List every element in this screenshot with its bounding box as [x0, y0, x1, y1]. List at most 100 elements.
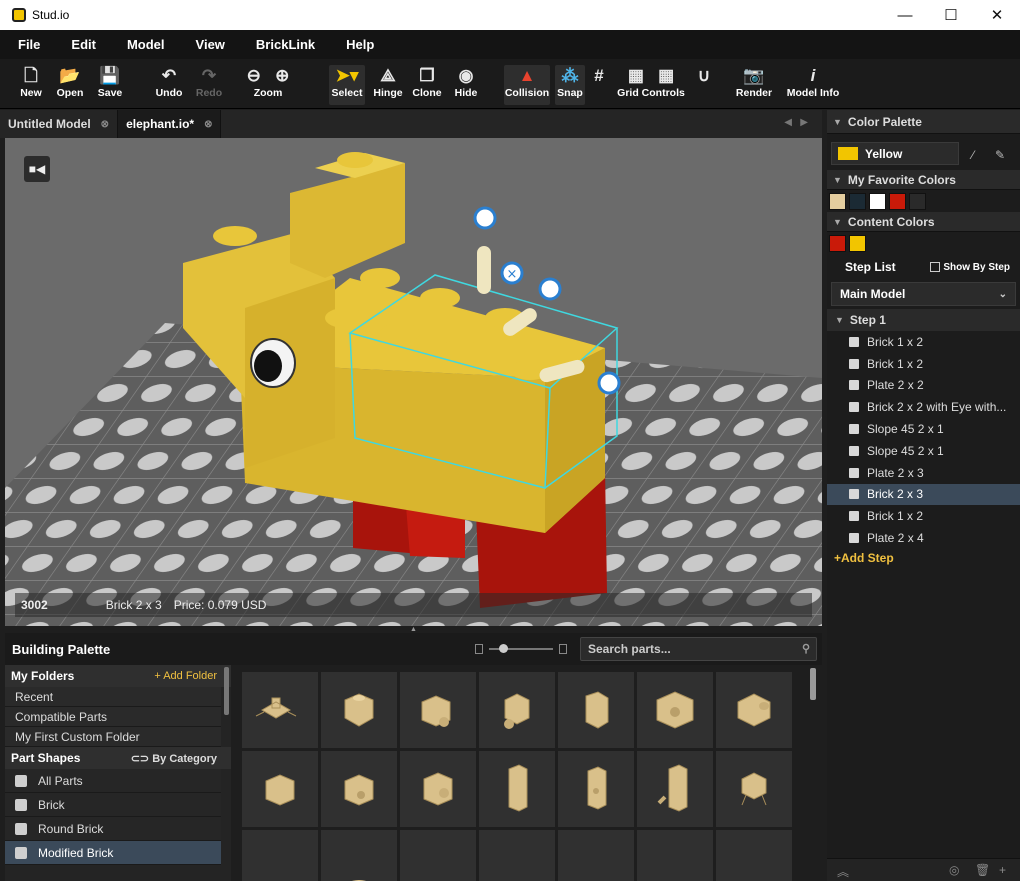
step-part-item[interactable]: Brick 1 x 2 [827, 331, 1020, 353]
folders-scrollbar[interactable] [224, 667, 229, 715]
menu-bricklink[interactable]: BrickLink [256, 37, 315, 52]
part-tile[interactable] [400, 751, 476, 827]
menu-model[interactable]: Model [127, 37, 165, 52]
new-button[interactable]: 🗋 New [18, 65, 44, 105]
step-part-item[interactable]: Brick 1 x 2 [827, 505, 1020, 527]
menu-file[interactable]: File [18, 37, 40, 52]
part-tile[interactable] [716, 672, 792, 748]
zoom-out-icon[interactable]: ⊖ [247, 66, 261, 85]
part-tile[interactable] [479, 830, 555, 881]
menu-view[interactable]: View [196, 37, 225, 52]
shape-all-parts[interactable]: All Parts [5, 769, 221, 793]
part-size-slider[interactable] [475, 644, 575, 654]
open-button[interactable]: 📂 Open [55, 65, 85, 105]
splitter-handle[interactable]: ▲ [410, 626, 418, 633]
slider-knob[interactable] [499, 644, 508, 653]
part-tile[interactable] [558, 830, 634, 881]
eyedropper-icon[interactable]: ⁄ [972, 148, 974, 162]
part-tile[interactable] [242, 751, 318, 827]
part-tile[interactable] [400, 830, 476, 881]
part-tile[interactable] [321, 830, 397, 881]
part-tile[interactable] [242, 830, 318, 881]
step-part-item[interactable]: Plate 2 x 3 [827, 462, 1020, 484]
search-parts-input[interactable]: Search parts... ⚲ [580, 637, 817, 661]
tab-close-icon[interactable]: ⊗ [204, 119, 212, 130]
step-1-header[interactable]: ▼ Step 1 [827, 309, 1020, 331]
part-tile[interactable] [479, 751, 555, 827]
eye-icon[interactable]: ◎ [949, 863, 959, 877]
by-category-toggle[interactable]: ⊂⊃ By Category [131, 752, 217, 765]
part-tile[interactable] [637, 751, 713, 827]
part-tile[interactable] [400, 672, 476, 748]
part-tile[interactable] [716, 751, 792, 827]
step-part-item[interactable]: Brick 2 x 2 with Eye with... [827, 396, 1020, 418]
undo-button[interactable]: ↶ Undo [154, 65, 184, 105]
shape-modified-brick[interactable]: Modified Brick [5, 841, 221, 865]
zoom-in-icon[interactable]: ⊕ [275, 66, 289, 85]
hinge-tool[interactable]: ⟁ Hinge [371, 65, 405, 105]
select-tool[interactable]: ➤▾ Select [329, 65, 365, 105]
content-colors-header[interactable]: ▼ Content Colors [827, 212, 1020, 232]
folder-custom[interactable]: My First Custom Folder [5, 727, 221, 747]
step-part-item[interactable]: Plate 2 x 2 [827, 375, 1020, 397]
tab-close-icon[interactable]: ⊗ [101, 119, 109, 130]
add-folder-button[interactable]: + Add Folder [154, 670, 217, 682]
snap-toggle[interactable]: ⁂ Snap [555, 65, 585, 105]
rotate-handle-icon[interactable] [473, 206, 497, 230]
part-tile[interactable] [558, 672, 634, 748]
content-color-swatch[interactable] [849, 235, 866, 252]
favorite-color-swatch[interactable] [849, 193, 866, 210]
close-button[interactable]: ✕ [974, 0, 1020, 30]
favorite-color-swatch[interactable] [909, 193, 926, 210]
tab-elephant[interactable]: elephant.io* ⊗ [118, 110, 222, 138]
add-step-button[interactable]: +Add Step [834, 551, 894, 565]
menu-edit[interactable]: Edit [71, 37, 96, 52]
rotate-handle-icon[interactable] [538, 277, 562, 301]
collision-toggle[interactable]: ▲ Collision [504, 65, 550, 105]
minimize-button[interactable]: — [882, 0, 928, 30]
part-tile[interactable] [637, 830, 713, 881]
favorite-color-swatch[interactable] [829, 193, 846, 210]
step-part-item[interactable]: Plate 2 x 4 [827, 527, 1020, 549]
content-color-swatch[interactable] [829, 235, 846, 252]
show-by-step-checkbox[interactable]: Show By Step [930, 262, 1010, 273]
collapse-all-icon[interactable]: ︽ [837, 863, 849, 880]
tab-untitled-model[interactable]: Untitled Model ⊗ [0, 110, 119, 138]
shape-brick[interactable]: Brick [5, 793, 221, 817]
hide-tool[interactable]: ◉ Hide [452, 65, 480, 105]
folder-recent[interactable]: Recent [5, 687, 221, 707]
model-info-button[interactable]: i Model Info [786, 65, 840, 105]
step-part-item[interactable]: Brick 2 x 3 [827, 483, 1020, 506]
part-tile[interactable] [479, 672, 555, 748]
step-part-item[interactable]: Slope 45 2 x 1 [827, 418, 1020, 440]
folder-compatible-parts[interactable]: Compatible Parts [5, 707, 221, 727]
grid-toggle[interactable]: # [590, 65, 608, 105]
part-tile[interactable] [558, 751, 634, 827]
3d-viewport[interactable]: × ■◀ 3002 Brick 2 x 3 Price: 0.079 USD [5, 138, 822, 626]
tab-scroll-arrows[interactable]: ◀ ▶ [784, 117, 808, 128]
clone-tool[interactable]: ❐ Clone [411, 65, 443, 105]
selected-color[interactable]: Yellow [831, 142, 959, 165]
paint-brush-icon[interactable]: ✎ [995, 148, 1005, 162]
add-icon[interactable]: + [999, 863, 1006, 877]
maximize-button[interactable]: ☐ [928, 0, 974, 30]
part-tile[interactable] [242, 672, 318, 748]
save-button[interactable]: 💾 Save [95, 65, 125, 105]
step-part-item[interactable]: Brick 1 x 2 [827, 353, 1020, 375]
render-button[interactable]: 📷 Render [736, 65, 772, 105]
menu-help[interactable]: Help [346, 37, 374, 52]
trash-icon[interactable]: 🗑 [975, 863, 990, 877]
part-tile[interactable] [321, 751, 397, 827]
favorite-color-swatch[interactable] [869, 193, 886, 210]
parts-scrollbar[interactable] [810, 668, 816, 700]
magnet-button[interactable]: ∪ [694, 65, 714, 105]
color-palette-header[interactable]: ▼ Color Palette [827, 110, 1020, 134]
grid-controls[interactable]: ▦ ▦ Grid Controls [617, 65, 685, 105]
part-tile[interactable] [321, 672, 397, 748]
rotate-handle-icon[interactable] [597, 371, 621, 395]
favorite-color-swatch[interactable] [889, 193, 906, 210]
shape-round-brick[interactable]: Round Brick [5, 817, 221, 841]
camera-view-icon[interactable]: ■◀ [24, 156, 50, 182]
model-dropdown[interactable]: Main Model ⌄ [831, 282, 1016, 306]
step-part-item[interactable]: Slope 45 2 x 1 [827, 440, 1020, 462]
